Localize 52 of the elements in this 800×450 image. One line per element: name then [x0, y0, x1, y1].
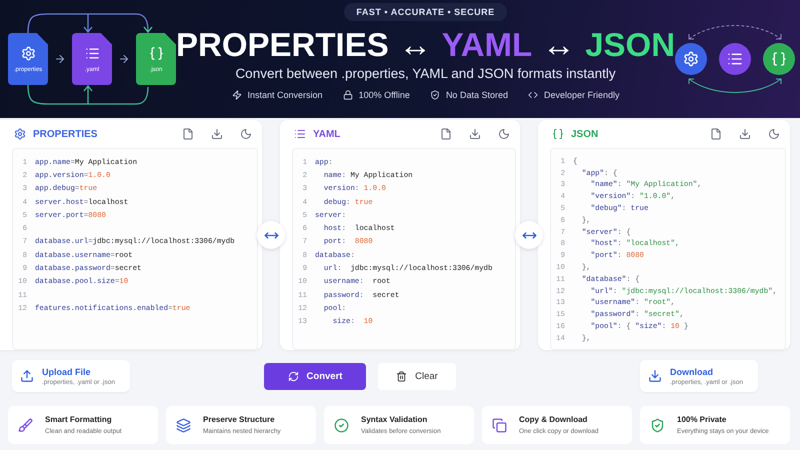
- gear-icon: [20, 46, 36, 60]
- brush-icon: [18, 418, 33, 432]
- feature-title: 100% Private: [677, 415, 728, 424]
- moon-icon[interactable]: [498, 128, 510, 140]
- moon-icon[interactable]: [768, 128, 780, 140]
- highlight-label: Developer Friendly: [544, 90, 620, 100]
- download-icon: [648, 369, 662, 383]
- check-circle-icon: [334, 418, 349, 432]
- braces-icon: [763, 43, 796, 75]
- file-icon[interactable]: [440, 128, 452, 140]
- arrow-icon: [118, 53, 130, 65]
- refresh-icon: [288, 370, 299, 382]
- trash-icon: [396, 370, 408, 382]
- code-editor[interactable]: [292, 148, 516, 350]
- feature-title: Preserve Structure: [203, 415, 276, 424]
- code-editor[interactable]: [12, 148, 258, 350]
- braces-icon: [148, 46, 164, 60]
- file-icon[interactable]: [182, 128, 194, 140]
- download-icon[interactable]: [469, 128, 481, 140]
- braces-icon: [552, 128, 564, 140]
- upload-icon: [20, 369, 34, 383]
- panel-title: JSON: [571, 128, 600, 140]
- copy-icon: [492, 418, 507, 432]
- tagline-badge: FAST • ACCURATE • SECURE: [344, 3, 507, 21]
- panel-title: PROPERTIES: [33, 128, 98, 140]
- highlight-label: Instant Conversion: [248, 90, 323, 100]
- download-icon[interactable]: [211, 128, 223, 140]
- hero-subtitle: Convert between .properties, YAML and JSON formats instantly: [235, 66, 616, 81]
- lock-icon: [342, 90, 353, 100]
- shield-icon: [430, 90, 440, 100]
- feature-title: Copy & Download: [519, 415, 588, 424]
- feature-title: Syntax Validation: [361, 415, 428, 424]
- highlight-label: No Data Stored: [446, 90, 508, 100]
- layers-icon: [176, 418, 191, 432]
- feature-title: Smart Formatting: [45, 415, 113, 424]
- shield-icon: [650, 418, 665, 432]
- hero-title: PROPERTIES ↔ YAML ↔ JSON: [176, 27, 676, 63]
- gear-icon: [14, 128, 26, 140]
- file-icon[interactable]: [710, 128, 722, 140]
- highlight-label: 100% Offline: [358, 90, 410, 100]
- moon-icon[interactable]: [240, 128, 252, 140]
- panel-title: YAML: [313, 128, 342, 140]
- list-icon: [719, 43, 752, 75]
- list-icon: [84, 46, 100, 60]
- convert-button[interactable]: Convert: [264, 362, 366, 390]
- clear-button[interactable]: Clear: [378, 362, 456, 390]
- download-icon[interactable]: [739, 128, 751, 140]
- bolt-icon: [232, 90, 242, 100]
- arrow-icon: [54, 53, 66, 65]
- loop-arrow-icon: [26, 11, 154, 33]
- gear-icon: [675, 43, 708, 75]
- code-icon: [528, 90, 538, 100]
